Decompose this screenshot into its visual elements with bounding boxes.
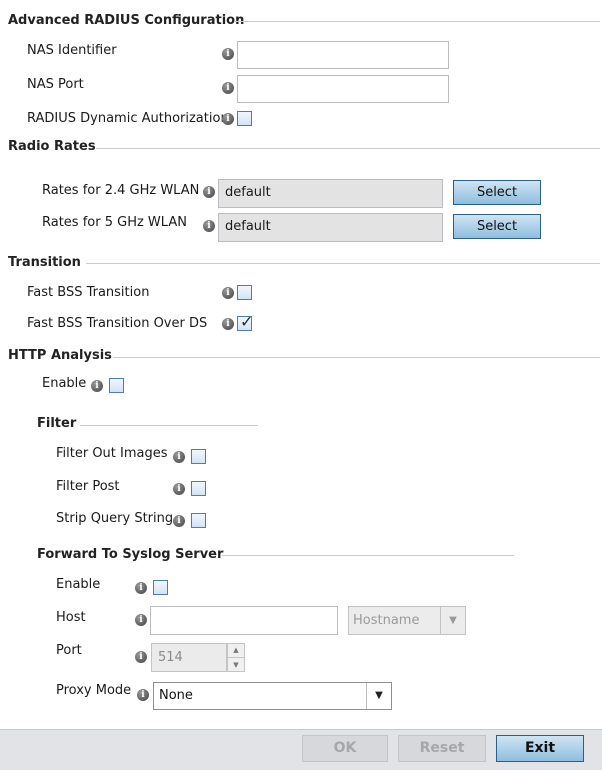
- fast-bss-transition-ds-checkbox[interactable]: ✓: [237, 312, 254, 331]
- info-icon[interactable]: i: [222, 113, 234, 125]
- syslog-enable-label: Enable: [56, 577, 101, 592]
- section-divider: [234, 21, 600, 22]
- section-divider: [80, 425, 258, 426]
- ok-button[interactable]: OK: [302, 735, 388, 762]
- section-title-advanced-radius: Advanced RADIUS Configuration: [8, 13, 245, 28]
- fast-bss-transition-checkbox[interactable]: [237, 285, 252, 300]
- section-title-transition: Transition: [8, 255, 81, 270]
- strip-query-checkbox[interactable]: [191, 513, 206, 528]
- info-icon[interactable]: i: [222, 82, 234, 94]
- syslog-port-stepper[interactable]: 514: [151, 643, 227, 672]
- radius-dynamic-auth-checkbox[interactable]: [237, 111, 252, 126]
- filter-post-checkbox[interactable]: [191, 481, 206, 496]
- nas-identifier-label: NAS Identifier: [27, 43, 117, 58]
- filter-images-checkbox[interactable]: [191, 449, 206, 464]
- syslog-host-input[interactable]: [150, 606, 338, 635]
- section-title-http-analysis: HTTP Analysis: [8, 348, 112, 363]
- section-divider: [96, 148, 600, 149]
- syslog-enable-checkbox[interactable]: [153, 580, 168, 595]
- info-icon[interactable]: i: [203, 220, 215, 232]
- filter-post-label: Filter Post: [56, 479, 120, 494]
- http-enable-checkbox[interactable]: [109, 378, 124, 393]
- info-icon[interactable]: i: [173, 451, 185, 463]
- exit-button[interactable]: Exit: [496, 735, 584, 762]
- section-divider: [113, 357, 600, 358]
- proxy-mode-dropdown[interactable]: None ▼: [153, 682, 392, 710]
- section-divider: [222, 555, 514, 556]
- nas-port-label: NAS Port: [27, 77, 84, 92]
- rate-5ghz-value: default: [218, 213, 443, 242]
- syslog-host-type-dropdown[interactable]: Hostname ▼: [348, 606, 466, 635]
- chevron-down-icon: ▼: [440, 607, 465, 634]
- section-title-radio-rates: Radio Rates: [8, 139, 96, 154]
- info-icon[interactable]: i: [137, 689, 149, 701]
- info-icon[interactable]: i: [222, 287, 234, 299]
- checkmark-icon: ✓: [240, 312, 254, 331]
- syslog-port-label: Port: [56, 643, 82, 658]
- reset-button[interactable]: Reset: [398, 735, 486, 762]
- nas-identifier-input[interactable]: [237, 41, 449, 69]
- fast-bss-transition-ds-label: Fast BSS Transition Over DS: [27, 316, 208, 331]
- info-icon[interactable]: i: [222, 48, 234, 60]
- rate-24ghz-label: Rates for 2.4 GHz WLAN: [42, 183, 200, 198]
- radius-dynamic-auth-label: RADIUS Dynamic Authorization: [27, 111, 229, 126]
- rate-24ghz-value: default: [218, 179, 443, 208]
- rate-5ghz-label: Rates for 5 GHz WLAN: [42, 215, 187, 230]
- info-icon[interactable]: i: [222, 318, 234, 330]
- rate-24ghz-select-button[interactable]: Select: [453, 180, 541, 205]
- syslog-host-type-value: Hostname: [353, 613, 420, 628]
- proxy-mode-label: Proxy Mode: [56, 683, 132, 698]
- proxy-mode-value: None: [159, 688, 193, 703]
- filter-images-label: Filter Out Images: [56, 446, 168, 461]
- info-icon[interactable]: i: [135, 582, 147, 594]
- info-icon[interactable]: i: [135, 651, 147, 663]
- spinner-down-icon[interactable]: ▼: [228, 658, 244, 672]
- info-icon[interactable]: i: [173, 483, 185, 495]
- chevron-down-icon: ▼: [366, 683, 391, 709]
- info-icon[interactable]: i: [91, 380, 103, 392]
- section-title-forward-syslog: Forward To Syslog Server: [37, 547, 224, 562]
- spinner-up-icon[interactable]: ▲: [228, 644, 244, 658]
- syslog-port-spinner[interactable]: ▲ ▼: [227, 643, 245, 672]
- rate-5ghz-select-button[interactable]: Select: [453, 214, 541, 239]
- info-icon[interactable]: i: [203, 186, 215, 198]
- section-divider: [86, 263, 600, 264]
- syslog-host-label: Host: [56, 610, 86, 625]
- section-title-filter: Filter: [37, 416, 77, 431]
- fast-bss-transition-label: Fast BSS Transition: [27, 285, 150, 300]
- nas-port-input[interactable]: [237, 75, 449, 103]
- info-icon[interactable]: i: [135, 614, 147, 626]
- footer-bar: OK Reset Exit: [0, 729, 602, 770]
- http-enable-label: Enable: [42, 376, 87, 391]
- info-icon[interactable]: i: [173, 515, 185, 527]
- strip-query-label: Strip Query String: [56, 511, 174, 526]
